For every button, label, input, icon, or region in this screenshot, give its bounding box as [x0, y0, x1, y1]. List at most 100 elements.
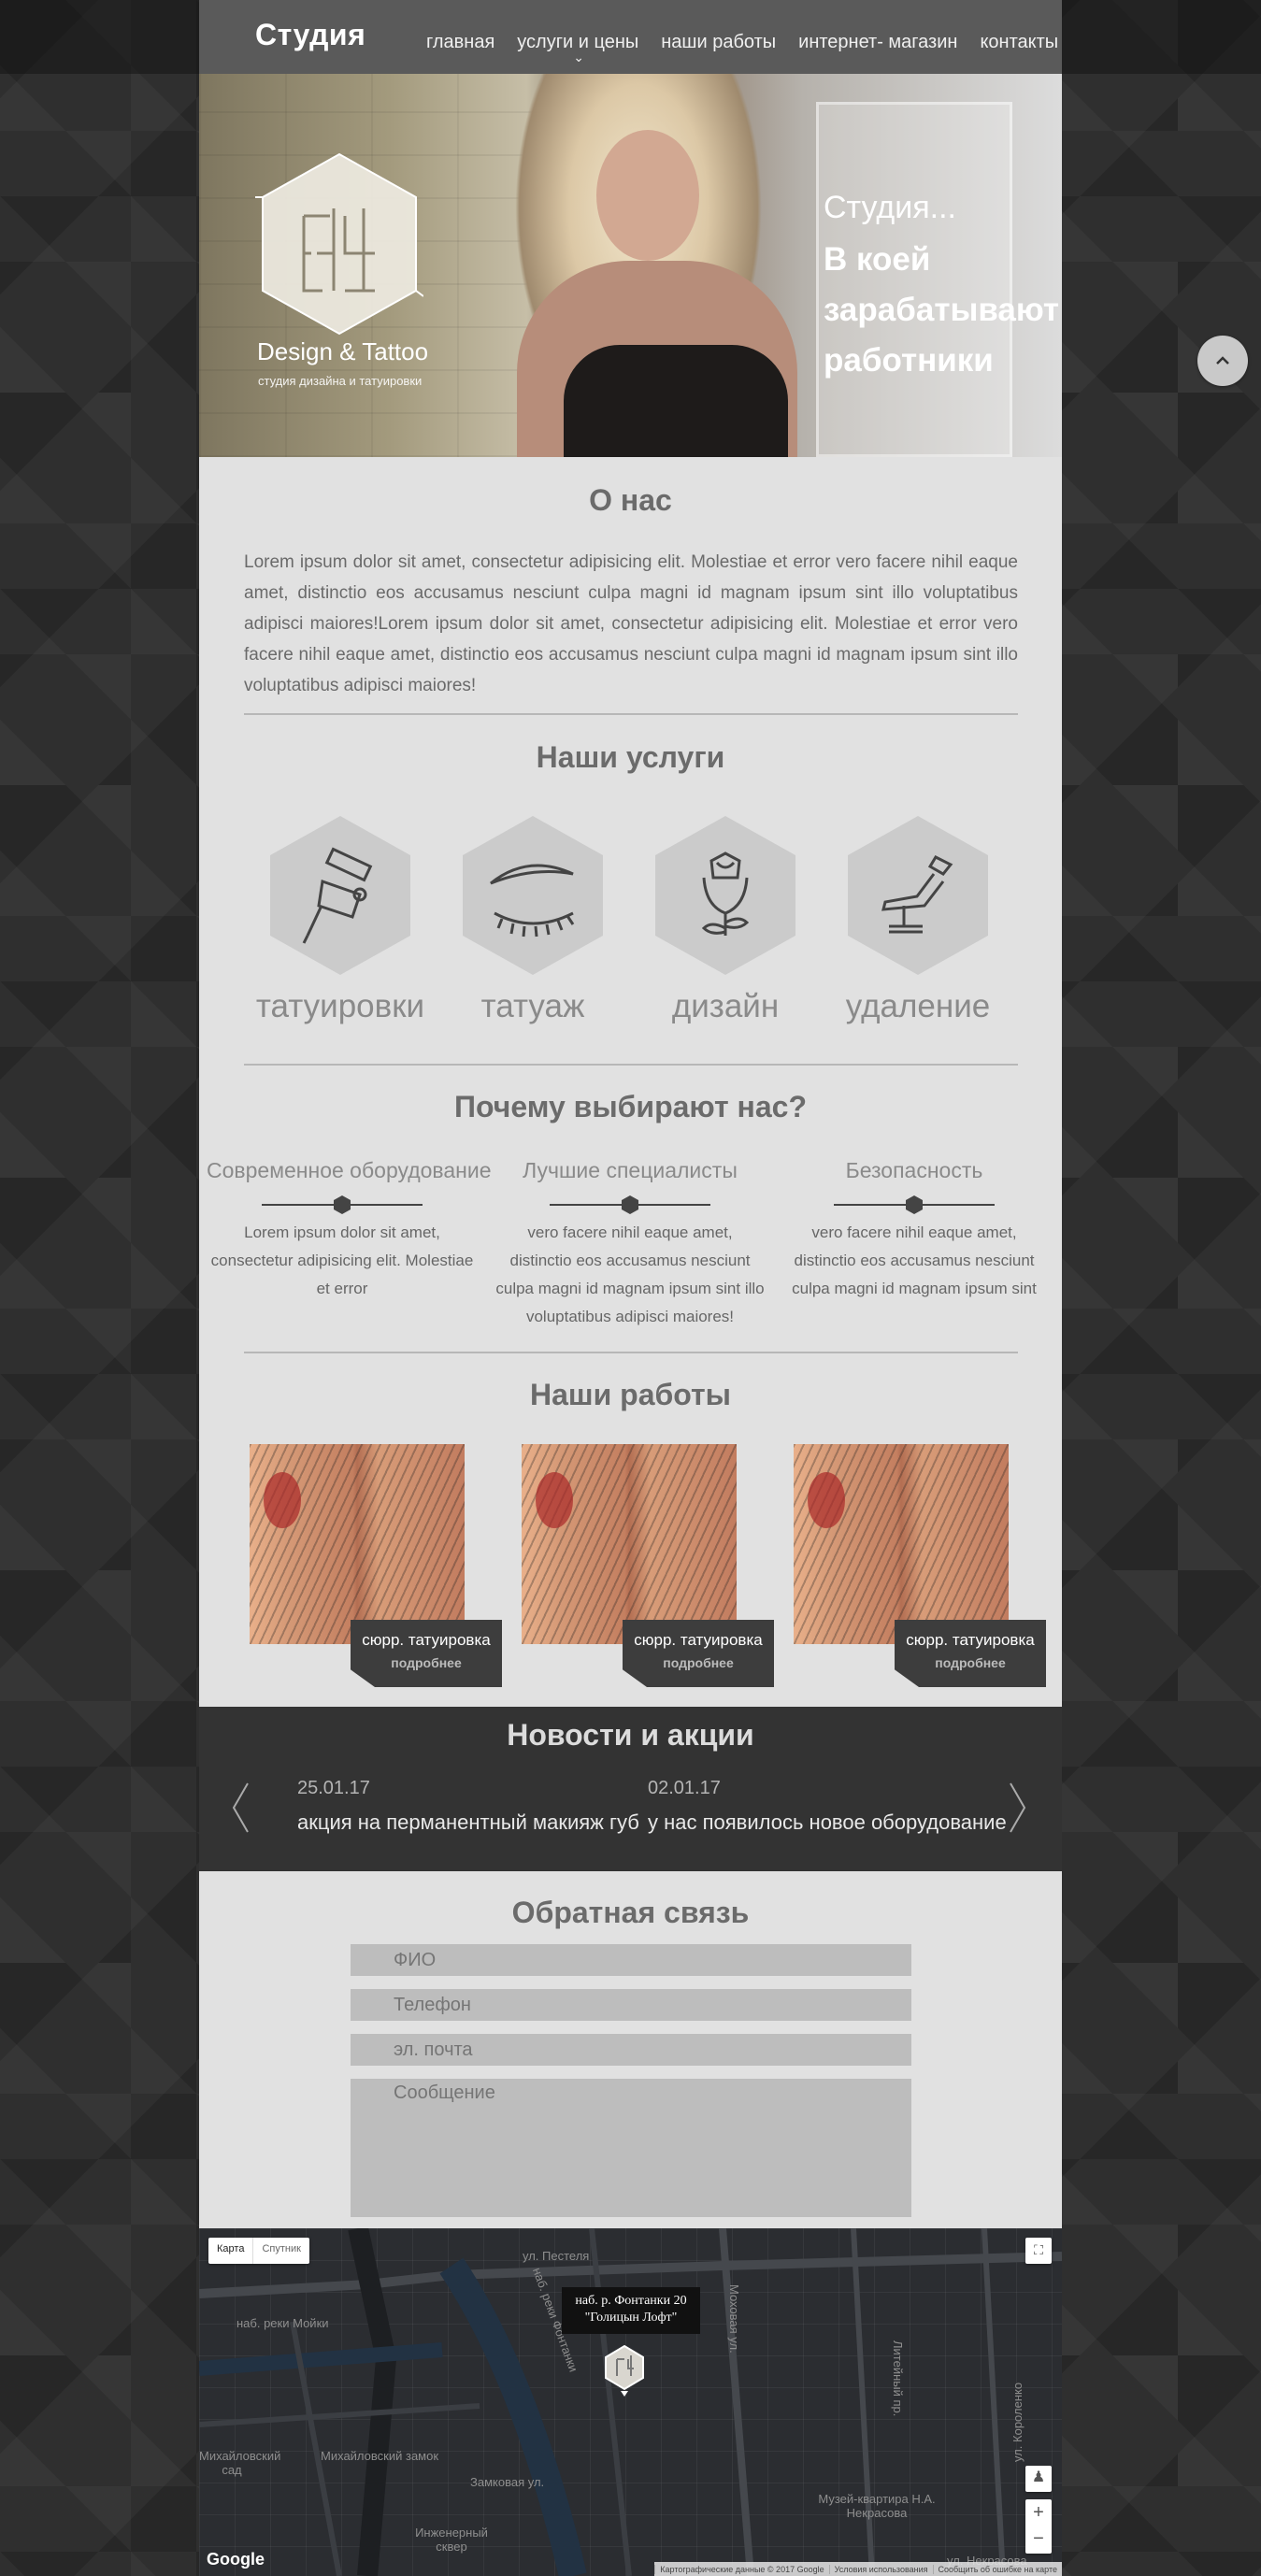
services-title: Наши услуги: [536, 740, 725, 774]
site-logo[interactable]: Студия: [255, 18, 365, 52]
map-marker-tooltip: наб. р. Фонтанки 20 "Голицын Лофт": [562, 2287, 700, 2334]
work-more-link[interactable]: подробнее: [351, 1655, 502, 1670]
work-more-link[interactable]: подробнее: [623, 1655, 774, 1670]
main-content: О нас Lorem ipsum dolor sit amet, consec…: [199, 457, 1062, 1707]
about-text: Lorem ipsum dolor sit amet, consectetur …: [244, 552, 1018, 695]
why-item-text: vero facere nihil eaque amet, distinctio…: [792, 1224, 1037, 1297]
work-caption-title: сюрр. татуировка: [362, 1631, 491, 1649]
nav-shop[interactable]: интернет- магазин: [798, 32, 957, 53]
work-caption: сюрр. татуировка подробнее: [895, 1620, 1046, 1687]
zoom-out-icon[interactable]: −: [1025, 2526, 1052, 2552]
map-label: Инженерный сквер: [415, 2526, 488, 2554]
nav-home[interactable]: главная: [426, 32, 494, 53]
nav-services[interactable]: услуги и цены ⌄: [517, 32, 638, 64]
rose-icon: [655, 816, 795, 975]
phone-field[interactable]: [351, 1989, 911, 2021]
divider: [244, 1352, 1018, 1353]
news-text: у нас появилось новое оборудование: [648, 1810, 1007, 1834]
work-caption: сюрр. татуировка подробнее: [623, 1620, 774, 1687]
tattoo-chair-icon: [848, 816, 988, 975]
map-label: ул. Пестеля: [523, 2249, 590, 2263]
work-card[interactable]: сюрр. татуировка подробнее: [794, 1444, 1046, 1687]
map-label: наб. реки Мойки: [236, 2316, 329, 2330]
map-type-map[interactable]: Карта: [208, 2238, 252, 2264]
map-data-credit: Картографические данные © 2017 Google: [654, 2564, 828, 2574]
nav-contacts[interactable]: контакты: [980, 32, 1058, 53]
service-label: удаление: [845, 988, 991, 1024]
work-caption: сюрр. татуировка подробнее: [351, 1620, 502, 1687]
zoom-control[interactable]: + −: [1025, 2499, 1052, 2554]
map-widget[interactable]: Карта Спутник ⛶ ул. Пестеля наб. реки Мо…: [199, 2228, 1062, 2576]
google-logo: Google: [207, 2550, 265, 2569]
map-label: Литейный пр.: [891, 2340, 905, 2417]
chevron-left-icon[interactable]: [231, 1782, 250, 1834]
work-photo[interactable]: [794, 1444, 1009, 1644]
news-item[interactable]: 25.01.17 акция на перманентный макияж гу…: [297, 1778, 639, 1835]
why-title: Почему выбирают нас?: [454, 1090, 807, 1123]
map-label: Музей-квартира Н.А. Некрасова: [818, 2492, 936, 2520]
work-caption-title: сюрр. татуировка: [906, 1631, 1035, 1649]
work-more-link[interactable]: подробнее: [895, 1655, 1046, 1670]
why-item: Безопасность vero facere nihil eaque ame…: [779, 1158, 1050, 1303]
why-item-title: Современное оборудование: [207, 1158, 492, 1182]
hexagon-separator: [262, 1195, 423, 1215]
scroll-to-top-button[interactable]: [1197, 336, 1248, 386]
fullscreen-icon[interactable]: ⛶: [1025, 2238, 1052, 2264]
feedback-title: Обратная связь: [511, 1896, 750, 1929]
main-nav: главная услуги и цены ⌄ наши работы интер…: [426, 32, 1058, 64]
chevron-down-icon: ⌄: [573, 50, 584, 64]
service-design[interactable]: дизайн: [632, 816, 819, 1025]
tattoo-machine-icon: [270, 816, 410, 975]
name-field[interactable]: [351, 1944, 911, 1976]
map-label: Михайловский замок: [321, 2449, 439, 2463]
service-removal[interactable]: удаление: [824, 816, 1011, 1025]
map-report-link[interactable]: Сообщить об ошибке на карте: [932, 2564, 1062, 2574]
map-attribution: Картографические данные © 2017 Google Ус…: [654, 2562, 1062, 2576]
message-field[interactable]: [351, 2079, 911, 2217]
map-label: ул. Короленко: [1010, 2382, 1025, 2462]
map-pin-icon[interactable]: [604, 2344, 645, 2397]
chevron-up-icon: [1216, 356, 1229, 365]
work-photo[interactable]: [250, 1444, 465, 1644]
map-terms-link[interactable]: Условия использования: [828, 2564, 933, 2574]
service-label: татуировки: [255, 988, 425, 1024]
map-label: Моховая ул.: [727, 2284, 741, 2354]
emblem-title: Design & Tattoo: [257, 337, 429, 365]
feedback-section: Обратная связь: [199, 1871, 1062, 2228]
nav-works[interactable]: наши работы: [661, 32, 776, 53]
hero-slogan-small: Студия...: [824, 190, 956, 225]
news-date: 02.01.17: [648, 1778, 721, 1798]
divider: [244, 1064, 1018, 1066]
map-type-control[interactable]: Карта Спутник: [208, 2238, 309, 2264]
why-item-title: Лучшие специалисты: [523, 1158, 738, 1182]
eyebrow-eyelash-icon: [463, 816, 603, 975]
work-card[interactable]: сюрр. татуировка подробнее: [522, 1444, 774, 1687]
why-item-title: Безопасность: [845, 1158, 983, 1182]
work-photo[interactable]: [522, 1444, 737, 1644]
hexagon-separator: [834, 1195, 995, 1215]
chevron-right-icon[interactable]: [1009, 1782, 1027, 1834]
why-item-text: vero facere nihil eaque amet, distinctio…: [495, 1224, 765, 1325]
pegman-icon[interactable]: ♟: [1025, 2466, 1052, 2492]
hexagon-icon: [622, 1195, 638, 1214]
emblem-subtitle: студия дизайна и татуировки: [258, 374, 423, 388]
service-label: татуаж: [480, 988, 585, 1024]
map-label: Замковая ул.: [470, 2475, 545, 2489]
news-item[interactable]: 02.01.17 у нас появилось новое оборудова…: [648, 1778, 1007, 1835]
about-title: О нас: [589, 483, 672, 517]
service-permanent-makeup[interactable]: татуаж: [439, 816, 626, 1025]
map-label: Михайловский сад: [199, 2449, 281, 2477]
why-item: Современное оборудование Lorem ipsum dol…: [207, 1158, 492, 1303]
map-streets: [199, 2228, 1062, 2576]
zoom-in-icon[interactable]: +: [1025, 2499, 1052, 2526]
news-date: 25.01.17: [297, 1778, 370, 1798]
service-label: дизайн: [671, 988, 780, 1024]
why-item: Лучшие специалисты vero facere nihil eaq…: [494, 1158, 766, 1331]
email-field[interactable]: [351, 2034, 911, 2066]
hero-banner: Design & Tattoo студия дизайна и татуиро…: [199, 74, 1062, 457]
works-title: Наши работы: [530, 1378, 731, 1411]
map-type-satellite[interactable]: Спутник: [252, 2238, 308, 2264]
service-tattoo[interactable]: татуировки: [247, 816, 434, 1025]
work-card[interactable]: сюрр. татуировка подробнее: [250, 1444, 502, 1687]
why-item-text: Lorem ipsum dolor sit amet, consectetur …: [210, 1224, 474, 1297]
